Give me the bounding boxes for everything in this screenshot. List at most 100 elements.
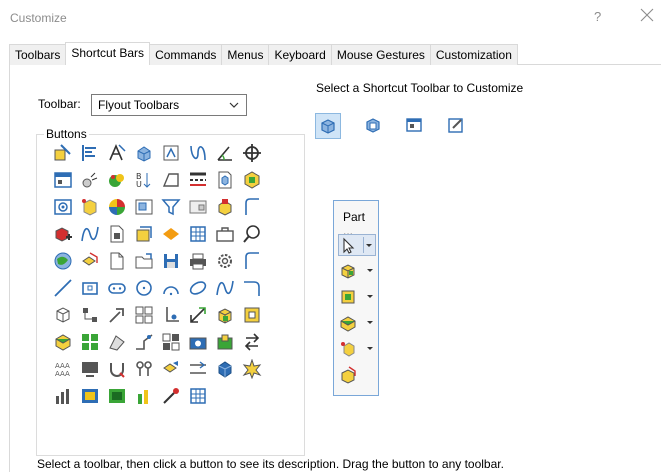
new-document-icon[interactable]	[107, 251, 127, 271]
flyout-item-reference-geometry[interactable]	[338, 338, 376, 360]
smart-dimension-icon[interactable]	[188, 305, 208, 325]
hole-icon[interactable]	[53, 197, 73, 217]
toolbox-icon[interactable]	[215, 224, 235, 244]
flyout-item-sheetmetal[interactable]	[338, 286, 376, 308]
color-wheel-icon[interactable]	[107, 197, 127, 217]
appearance-icon[interactable]	[107, 170, 127, 190]
flyout-item-features[interactable]	[338, 260, 376, 282]
pattern-grid-icon[interactable]	[80, 332, 100, 352]
shortcut-sketch-button[interactable]	[444, 113, 470, 139]
chart-icon[interactable]	[53, 386, 73, 406]
tab-menus[interactable]: Menus	[221, 44, 270, 65]
component-icon[interactable]	[215, 359, 235, 379]
bill-of-materials-icon[interactable]	[107, 224, 127, 244]
dropdown-arrow-icon[interactable]	[367, 295, 373, 298]
close-icon[interactable]	[640, 8, 654, 22]
help-button[interactable]: ?	[594, 9, 601, 24]
settings-gear-icon[interactable]	[215, 251, 235, 271]
insert-flag-icon[interactable]	[161, 224, 181, 244]
note-icon[interactable]	[161, 143, 181, 163]
pick-tool-icon[interactable]	[161, 386, 181, 406]
insert-part-icon[interactable]	[215, 170, 235, 190]
shell-icon[interactable]	[242, 305, 262, 325]
text-icon[interactable]	[107, 143, 127, 163]
mate-icon[interactable]	[161, 305, 181, 325]
fillet-icon[interactable]	[242, 278, 262, 298]
mold-icon[interactable]	[215, 197, 235, 217]
path-icon[interactable]	[242, 251, 262, 271]
spline-icon[interactable]	[188, 143, 208, 163]
cut-extrude-icon[interactable]	[53, 332, 73, 352]
burst-icon[interactable]	[242, 359, 262, 379]
drawing-view-icon[interactable]	[134, 197, 154, 217]
zoom-icon[interactable]	[242, 224, 262, 244]
cube-face-icon[interactable]	[242, 170, 262, 190]
body-icon[interactable]	[53, 305, 73, 325]
tab-toolbars[interactable]: Toolbars	[9, 44, 67, 65]
explode-icon[interactable]	[80, 251, 100, 271]
print-icon[interactable]	[188, 251, 208, 271]
ellipse-icon[interactable]	[188, 278, 208, 298]
bar-chart-icon[interactable]	[134, 386, 154, 406]
tab-commands[interactable]: Commands	[149, 44, 223, 65]
tab-shortcut-bars[interactable]: Shortcut Bars	[65, 42, 151, 65]
line-format-icon[interactable]	[188, 170, 208, 190]
arc-icon[interactable]	[161, 278, 181, 298]
dropdown-arrow-icon[interactable]	[367, 321, 373, 324]
assembly-tree-icon[interactable]	[80, 305, 100, 325]
text-scale-icon[interactable]: AAA AAA	[53, 359, 73, 379]
add-part-icon[interactable]	[53, 224, 73, 244]
tab-customization[interactable]: Customization	[429, 44, 518, 65]
keys-icon[interactable]	[134, 359, 154, 379]
window-icon[interactable]	[53, 170, 73, 190]
move-component-icon[interactable]	[107, 305, 127, 325]
align-arrows-icon[interactable]	[188, 359, 208, 379]
component-grid-icon[interactable]	[161, 332, 181, 352]
view-layout-icon[interactable]	[80, 386, 100, 406]
save-icon[interactable]	[161, 251, 181, 271]
open-folder-icon[interactable]	[134, 251, 154, 271]
tab-mouse-gestures[interactable]: Mouse Gestures	[330, 44, 431, 65]
angle-icon[interactable]	[215, 143, 235, 163]
grid-layout-icon[interactable]	[134, 305, 154, 325]
camera-icon[interactable]	[188, 332, 208, 352]
grid-table-icon[interactable]	[188, 386, 208, 406]
sketch-icon[interactable]	[53, 143, 73, 163]
shortcut-assembly-button[interactable]	[361, 113, 387, 139]
report-icon[interactable]	[107, 386, 127, 406]
circle-icon[interactable]	[134, 278, 154, 298]
rectangle-icon[interactable]	[80, 278, 100, 298]
align-left-icon[interactable]	[80, 143, 100, 163]
feature-box-icon[interactable]	[215, 305, 235, 325]
configurations-icon[interactable]	[134, 224, 154, 244]
line-icon[interactable]	[53, 278, 73, 298]
sensor-icon[interactable]	[80, 170, 100, 190]
sheet-metal-icon[interactable]	[134, 332, 154, 352]
flyout-item-select[interactable]	[338, 234, 376, 256]
shortcut-drawing-button[interactable]	[402, 113, 428, 139]
curve-icon[interactable]	[80, 224, 100, 244]
swap-arrows-icon[interactable]	[242, 332, 262, 352]
monitor-icon[interactable]	[80, 359, 100, 379]
table-icon[interactable]	[188, 224, 208, 244]
filter-icon[interactable]	[161, 197, 181, 217]
dropdown-arrow-icon[interactable]	[367, 347, 373, 350]
sweep-path-icon[interactable]	[242, 197, 262, 217]
tab-keyboard[interactable]: Keyboard	[268, 44, 332, 65]
dropdown-arrow-icon[interactable]	[367, 269, 373, 272]
extrude-icon[interactable]	[134, 143, 154, 163]
flyout-item-assembly[interactable]	[338, 364, 376, 386]
view-palette-icon[interactable]	[188, 197, 208, 217]
freeform-spline-icon[interactable]	[215, 278, 235, 298]
dropdown-arrow-icon[interactable]	[366, 244, 372, 247]
toolbar-dropdown[interactable]: Flyout Toolbars	[91, 94, 247, 116]
magnet-icon[interactable]	[107, 359, 127, 379]
crosshair-icon[interactable]	[242, 143, 262, 163]
sheet-icon[interactable]	[161, 170, 181, 190]
flyout-item-surfaces[interactable]	[338, 312, 376, 334]
shortcut-part-button[interactable]	[315, 113, 341, 139]
library-icon[interactable]	[215, 332, 235, 352]
globe-icon[interactable]	[53, 251, 73, 271]
sort-icon[interactable]: BU	[134, 170, 154, 190]
reference-point-icon[interactable]	[80, 197, 100, 217]
